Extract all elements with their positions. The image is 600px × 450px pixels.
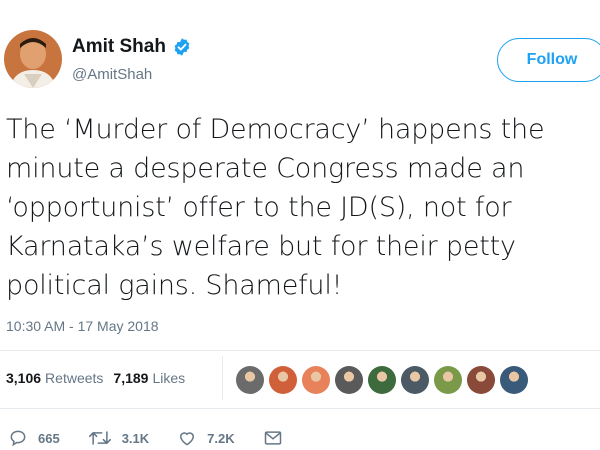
reply-icon [10, 430, 26, 447]
direct-message-button[interactable] [263, 429, 293, 447]
retweet-button[interactable]: 3.1K [88, 428, 149, 448]
author-avatar[interactable] [4, 30, 62, 88]
envelope-icon [264, 431, 281, 445]
liker-avatar[interactable] [401, 366, 429, 394]
author-display-name[interactable]: Amit Shah [72, 36, 166, 58]
retweet-icon [88, 431, 111, 445]
follow-button[interactable]: Follow [497, 38, 600, 82]
likes-count: 7,189 [113, 370, 149, 386]
retweet-count: 3.1K [121, 430, 150, 446]
tweet-text: The ‘Murder of Democracy’ happens the mi… [6, 114, 545, 301]
liker-avatar[interactable] [236, 366, 264, 394]
retweets-count: 3,106 [6, 370, 42, 386]
liker-avatar[interactable] [335, 366, 363, 394]
reply-count: 665 [38, 430, 60, 446]
stats-separator [222, 356, 223, 400]
engagement-stats: 3,106 Retweets 7,189 Likes [6, 370, 185, 386]
verified-badge-icon [174, 38, 190, 56]
liker-avatar[interactable] [269, 366, 297, 394]
heart-icon [180, 432, 195, 446]
liker-avatar[interactable] [302, 366, 330, 394]
liker-avatar[interactable] [434, 366, 462, 394]
liker-avatar[interactable] [500, 366, 528, 394]
liker-avatar[interactable] [467, 366, 495, 394]
like-button[interactable]: 7.2K [177, 428, 235, 448]
liker-avatar[interactable] [368, 366, 396, 394]
divider-top [0, 350, 600, 351]
author-name-row: Amit Shah [72, 36, 192, 58]
divider-bottom [0, 408, 600, 409]
retweets-label: Retweets [45, 370, 104, 386]
likes-stat[interactable]: 7,189 Likes [113, 370, 185, 386]
likes-label: Likes [152, 370, 186, 386]
tweet-actions: 665 3.1K 7.2K [8, 428, 321, 448]
like-count: 7.2K [207, 430, 235, 446]
author-handle[interactable]: @AmitShah [72, 66, 152, 83]
tweet-header: Amit Shah @AmitShah Follow [0, 0, 600, 100]
tweet-timestamp[interactable]: 10:30 AM - 17 May 2018 [6, 318, 159, 334]
liked-by-avatars [236, 366, 533, 394]
reply-button[interactable]: 665 [8, 428, 60, 448]
retweets-stat[interactable]: 3,106 Retweets [6, 370, 103, 386]
